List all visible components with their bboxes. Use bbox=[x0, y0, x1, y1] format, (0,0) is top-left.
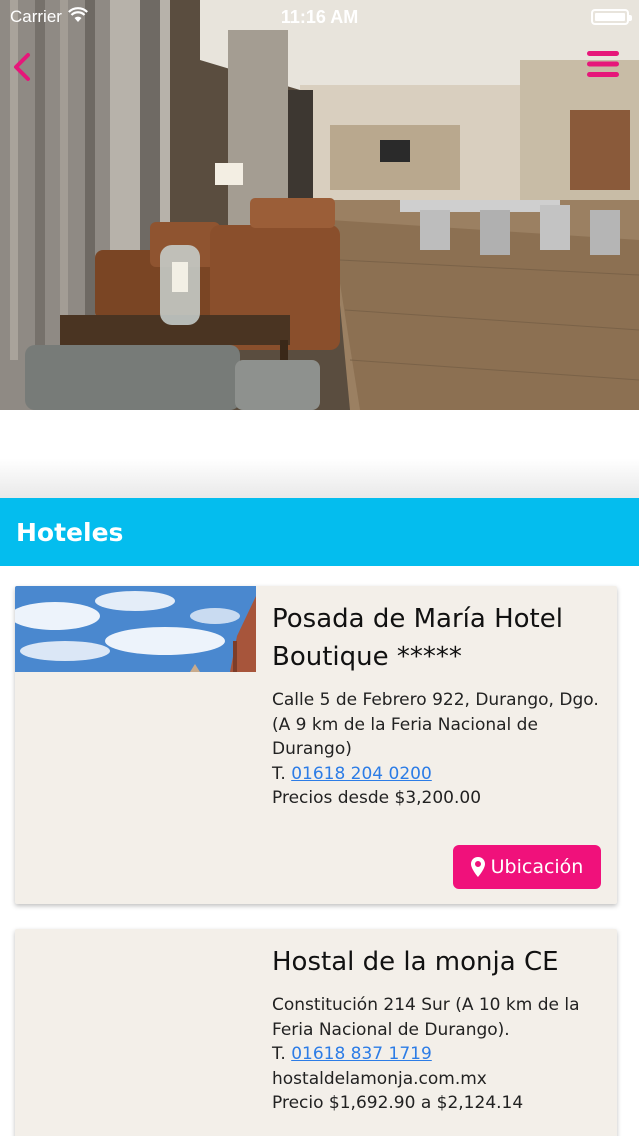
phone-link[interactable]: 01618 837 1719 bbox=[291, 1044, 432, 1064]
hero-separator bbox=[0, 410, 639, 498]
location-button-label: Ubicación bbox=[490, 856, 584, 878]
phone-prefix: T. bbox=[272, 763, 286, 784]
location-button[interactable]: Ubicación bbox=[453, 845, 601, 889]
wifi-icon bbox=[67, 6, 88, 28]
hotel-card: Posada de María Hotel Boutique ***** Cal… bbox=[15, 586, 617, 904]
status-bar: Carrier 11:16 AM bbox=[0, 0, 639, 34]
hotel-phone-line: T. 01618 837 1719 bbox=[272, 1042, 607, 1067]
hotel-card: Hostal de la monja CE Constitución 214 S… bbox=[15, 929, 617, 1136]
hotel-address: Calle 5 de Febrero 922, Durango, Dgo. bbox=[272, 690, 599, 710]
map-pin-icon bbox=[470, 857, 485, 877]
status-time: 11:16 AM bbox=[280, 6, 359, 27]
hotel-photo bbox=[15, 586, 256, 672]
hero-photo-hotel-lobby bbox=[0, 0, 639, 410]
menu-button[interactable] bbox=[585, 46, 621, 82]
back-button[interactable] bbox=[8, 50, 36, 84]
phone-prefix: T. bbox=[272, 1044, 286, 1064]
section-header: Hoteles bbox=[0, 498, 639, 566]
hotel-details: Constitución 214 Sur (A 10 km de la Feri… bbox=[272, 993, 607, 1116]
phone-link[interactable]: 01618 204 0200 bbox=[291, 764, 432, 784]
chevron-left-icon bbox=[14, 53, 30, 81]
hotel-address: Constitución 214 Sur (A 10 km de la Feri… bbox=[272, 995, 580, 1040]
hotel-phone-line: T. 01618 204 0200 bbox=[272, 762, 607, 787]
hotel-price: Precios desde $3,200.00 bbox=[272, 788, 482, 808]
hotel-name: Posada de María Hotel Boutique ***** bbox=[272, 604, 563, 672]
hotel-details: Calle 5 de Febrero 922, Durango, Dgo. (A… bbox=[272, 688, 607, 811]
hotel-name: Hostal de la monja CE bbox=[272, 947, 559, 977]
section-title: Hoteles bbox=[16, 517, 124, 547]
hotel-website[interactable]: hostaldelamonja.com.mx bbox=[272, 1067, 607, 1092]
hamburger-menu-icon bbox=[587, 51, 619, 77]
hotel-price: Precio $1,692.90 a $2,124.14 bbox=[272, 1093, 524, 1113]
battery-icon bbox=[591, 9, 632, 25]
hotel-distance: (A 9 km de la Feria Nacional de Durango) bbox=[272, 714, 538, 760]
carrier-label: Carrier bbox=[10, 7, 62, 26]
